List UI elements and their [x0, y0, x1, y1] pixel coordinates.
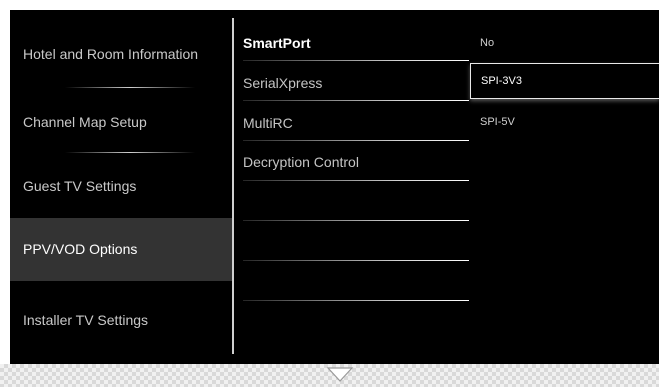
- chevron-down-icon-glyph: [326, 367, 354, 382]
- middle-menu-item-label: SmartPort: [243, 35, 311, 51]
- option-label: SPI-5V: [480, 116, 515, 128]
- option-label: No: [480, 37, 495, 49]
- option-spi-3v3[interactable]: SPI-3V3: [470, 63, 659, 99]
- settings-menu: Hotel and Room Information Channel Map S…: [10, 10, 659, 364]
- column-divider: [232, 18, 234, 354]
- tv-installer-screen: Hotel and Room Information Channel Map S…: [0, 0, 659, 387]
- divider: [243, 140, 469, 141]
- divider: [243, 300, 469, 301]
- option-label: SPI-3V3: [481, 75, 522, 87]
- left-menu-item-label: Hotel and Room Information: [23, 46, 199, 62]
- option-no[interactable]: No: [470, 30, 659, 56]
- middle-menu-item-decryption-control[interactable]: Decryption Control: [243, 149, 473, 189]
- divider: [243, 100, 469, 101]
- left-menu-item-installer-tv-settings[interactable]: Installer TV Settings: [10, 294, 232, 346]
- left-menu-item-label: PPV/VOD Options: [23, 241, 138, 257]
- divider: [243, 260, 469, 261]
- left-menu-item-label: Installer TV Settings: [23, 312, 149, 328]
- divider: [65, 152, 195, 153]
- divider: [243, 60, 469, 61]
- middle-menu-item-label: Decryption Control: [243, 154, 359, 170]
- divider: [243, 180, 469, 181]
- left-menu-item-label: Guest TV Settings: [23, 178, 137, 194]
- left-menu-item-label: Channel Map Setup: [23, 114, 147, 130]
- middle-menu-item-serialxpress[interactable]: SerialXpress: [243, 70, 473, 110]
- chevron-down-icon[interactable]: [326, 366, 354, 384]
- divider: [65, 87, 195, 88]
- middle-menu-item-multirc[interactable]: MultiRC: [243, 110, 473, 150]
- left-menu-item-hotel-room-info[interactable]: Hotel and Room Information: [10, 28, 232, 80]
- left-menu-item-guest-tv-settings[interactable]: Guest TV Settings: [10, 160, 232, 212]
- middle-menu-item-smartport[interactable]: SmartPort: [243, 30, 473, 70]
- middle-menu-item-label: MultiRC: [243, 115, 293, 131]
- left-menu-item-ppv-vod-options[interactable]: PPV/VOD Options: [10, 218, 232, 281]
- left-menu-item-channel-map-setup[interactable]: Channel Map Setup: [10, 96, 232, 148]
- option-spi-5v[interactable]: SPI-5V: [470, 109, 659, 135]
- left-menu: Hotel and Room Information Channel Map S…: [10, 10, 232, 364]
- middle-menu-item-label: SerialXpress: [243, 75, 323, 91]
- divider: [243, 220, 469, 221]
